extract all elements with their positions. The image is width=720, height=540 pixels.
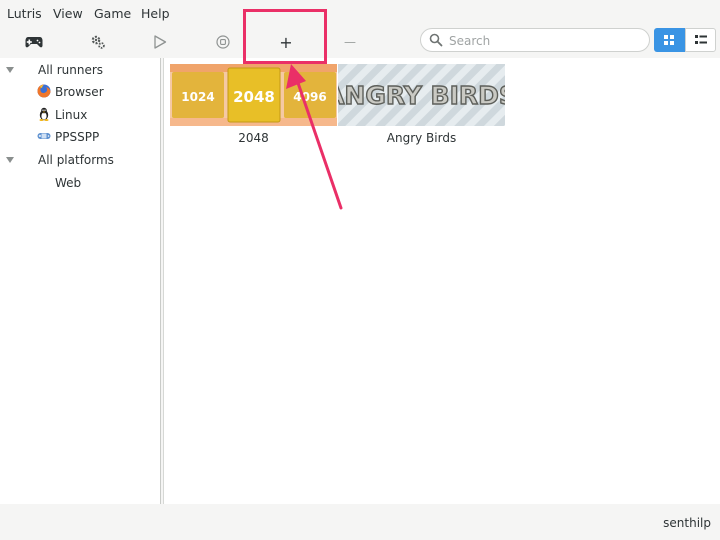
configure-button[interactable] (86, 30, 110, 54)
sidebar-item-browser[interactable]: Browser (55, 85, 104, 99)
menu-help[interactable]: Help (141, 6, 170, 21)
angry-birds-logo-text: ANGRY BIRDS (338, 81, 505, 110)
status-bar: senthilp (0, 504, 720, 540)
list-view-icon (695, 35, 707, 44)
search-icon (429, 33, 443, 47)
remove-game-button[interactable]: — (338, 30, 362, 54)
play-icon (154, 35, 167, 49)
sidebar-item-ppsspp[interactable]: PPSSPP (55, 130, 99, 144)
play-button[interactable] (148, 30, 172, 54)
highlight-box (243, 9, 327, 64)
game-banner-angry-birds: ANGRY BIRDS (338, 64, 505, 126)
grid-view-icon (664, 35, 674, 45)
ppsspp-icon (37, 133, 51, 139)
sidebar: All runners Browser Linux PPSSPP All pla… (0, 58, 161, 504)
tile-2048-text: 2048 (233, 88, 275, 106)
game-tile-2048[interactable]: 1024 2048 4096 (170, 64, 337, 126)
firefox-icon (37, 84, 51, 98)
grid-view-button[interactable] (654, 28, 685, 52)
collapse-arrow-icon[interactable] (6, 157, 14, 163)
game-banner-2048: 1024 2048 4096 (170, 64, 337, 126)
sidebar-all-platforms[interactable]: All platforms (38, 153, 114, 167)
menu-game[interactable]: Game (94, 6, 131, 21)
search-field[interactable] (420, 28, 650, 52)
collapse-arrow-icon[interactable] (6, 67, 14, 73)
game-name-2048[interactable]: 2048 (170, 131, 337, 145)
game-name-angry-birds[interactable]: Angry Birds (338, 131, 505, 145)
sidebar-item-web[interactable]: Web (55, 176, 81, 190)
tux-icon (39, 107, 49, 121)
settings-gear-icon (91, 35, 105, 49)
search-input[interactable] (447, 31, 647, 51)
stop-button[interactable] (211, 30, 235, 54)
sidebar-item-linux[interactable]: Linux (55, 108, 87, 122)
sidebar-all-runners[interactable]: All runners (38, 63, 103, 77)
menu-view[interactable]: View (53, 6, 83, 21)
menu-bar: Lutris View Game Help (0, 0, 720, 26)
stop-icon (216, 35, 230, 49)
gamepad-button[interactable] (22, 30, 46, 54)
list-view-button[interactable] (685, 28, 716, 52)
tile-1024-text: 1024 (181, 90, 214, 104)
game-tile-angry-birds[interactable]: ANGRY BIRDS (338, 64, 505, 126)
gamepad-icon (25, 37, 43, 48)
menu-lutris[interactable]: Lutris (7, 6, 42, 21)
tile-4096-text: 4096 (293, 90, 326, 104)
username-label: senthilp (663, 516, 711, 530)
